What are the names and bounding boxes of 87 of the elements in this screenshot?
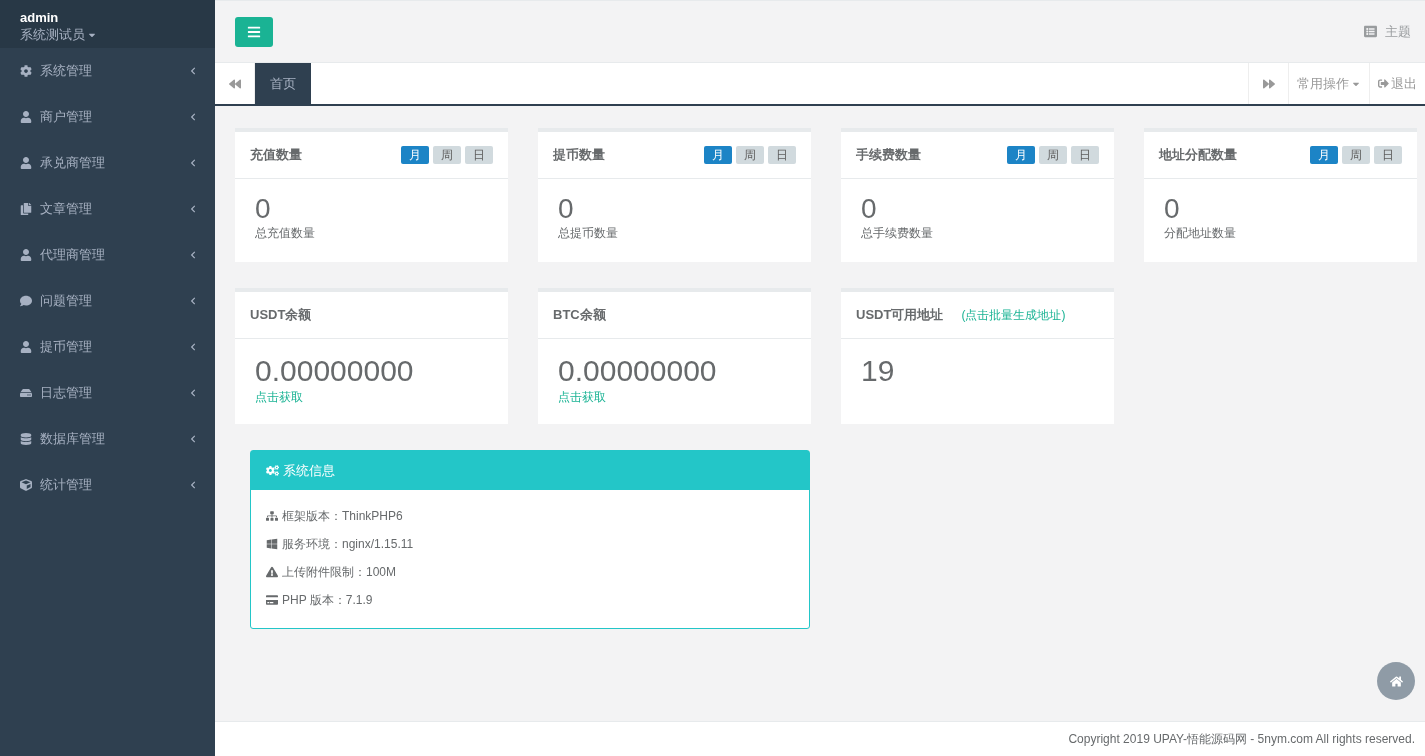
stat-caption: 总充值数量 [255,225,316,242]
range-toggle[interactable]: 周 [433,146,461,164]
warning-icon [266,566,278,578]
tab[interactable]: 首页 [255,63,311,104]
panel-title: 系统信息 [283,461,335,480]
range-toggle[interactable]: 日 [768,146,796,164]
list-icon [1364,25,1377,38]
info-text: 服务环境：nginx/1.15.11 [282,535,414,553]
user-icon [20,341,32,353]
range-toggle[interactable]: 日 [465,146,493,164]
stat-caption: 分配地址数量 [1164,225,1237,242]
chevron-icon [189,389,197,397]
range-toggle[interactable]: 周 [1039,146,1067,164]
sidebar-item[interactable]: 提币管理 [0,324,215,370]
sidebar-item[interactable]: 系统管理 [0,48,215,94]
user-role-dropdown[interactable]: 系统测试员 [20,26,97,44]
address-count: 19 [861,353,896,389]
range-toggle[interactable]: 月 [401,146,429,164]
card-title: BTC余额 [553,306,606,324]
actions-dropdown[interactable]: 常用操作 [1288,63,1369,104]
stat-value: 0 [1164,193,1181,225]
menu-icon [247,24,261,39]
gears-icon [266,464,279,477]
chevron-icon [189,297,197,305]
sidebar-item[interactable]: 问题管理 [0,278,215,324]
documents-icon [20,203,32,215]
stat-caption: 总手续费数量 [861,225,934,242]
card-title: 提币数量 [553,146,605,164]
cube-icon [20,479,32,491]
stat-caption: 总提币数量 [558,225,619,242]
chevron-icon [189,481,197,489]
double-left-arrow-icon [228,77,241,90]
theme-link[interactable]: 主题 [1364,22,1411,41]
card-title: USDT可用地址 [856,306,944,324]
stat-value: 0 [861,193,878,225]
copyright-text: Copyright 2019 UPAY-悟能源码网 - 5nym.com All rights reserved. [1068,730,1415,748]
user-icon [20,249,32,261]
card-title: USDT余额 [250,306,312,324]
generate-link[interactable]: (点击批量生成地址) [961,306,1066,324]
range-toggle[interactable]: 月 [1007,146,1035,164]
sidebar-item[interactable]: 文章管理 [0,186,215,232]
balance-value: 0.00000000 [255,353,415,389]
home-icon [1389,674,1403,688]
sidebar-item[interactable]: 代理商管理 [0,232,215,278]
user-icon [20,111,32,123]
windows-icon [266,538,278,550]
chevron-icon [189,251,197,259]
fetch-link[interactable]: 点击获取 [255,389,488,406]
range-toggle[interactable]: 月 [704,146,732,164]
sidebar-item[interactable]: 数据库管理 [0,416,215,462]
user-icon [20,157,32,169]
card-title: 手续费数量 [856,146,921,164]
chevron-icon [189,205,197,213]
logout-icon [1378,78,1389,89]
drive-icon [20,387,32,399]
card-title: 地址分配数量 [1159,146,1237,164]
sitemap-icon [266,510,278,522]
menu-button[interactable] [235,16,273,47]
chevron-icon [189,435,197,443]
range-toggle[interactable]: 周 [736,146,764,164]
sidebar-item[interactable]: 统计管理 [0,462,215,508]
chevron-icon [189,67,197,75]
user-name: admin [20,10,59,26]
database-icon [20,433,32,445]
chevron-icon [189,343,197,351]
sidebar-item[interactable]: 日志管理 [0,370,215,416]
card-title: 充值数量 [250,146,302,164]
double-right-arrow-icon [1262,77,1275,90]
sidebar-item[interactable]: 承兑商管理 [0,140,215,186]
logout-link[interactable]: 退出 [1369,63,1425,104]
sidebar-item[interactable]: 商户管理 [0,94,215,140]
stat-value: 0 [558,193,575,225]
card-icon [266,594,278,606]
chevron-icon [189,113,197,121]
range-toggle[interactable]: 日 [1374,146,1402,164]
range-toggle[interactable]: 月 [1310,146,1338,164]
fetch-link[interactable]: 点击获取 [558,389,791,406]
range-toggle[interactable]: 日 [1071,146,1099,164]
info-text: 上传附件限制：100M [282,563,397,581]
info-text: PHP 版本：7.1.9 [282,591,373,609]
balance-value: 0.00000000 [558,353,718,389]
chevron-icon [189,159,197,167]
gear-icon [20,65,32,77]
speech-bubble-icon [20,295,32,307]
info-text: 框架版本：ThinkPHP6 [282,507,403,525]
stat-value: 0 [255,193,272,225]
range-toggle[interactable]: 周 [1342,146,1370,164]
